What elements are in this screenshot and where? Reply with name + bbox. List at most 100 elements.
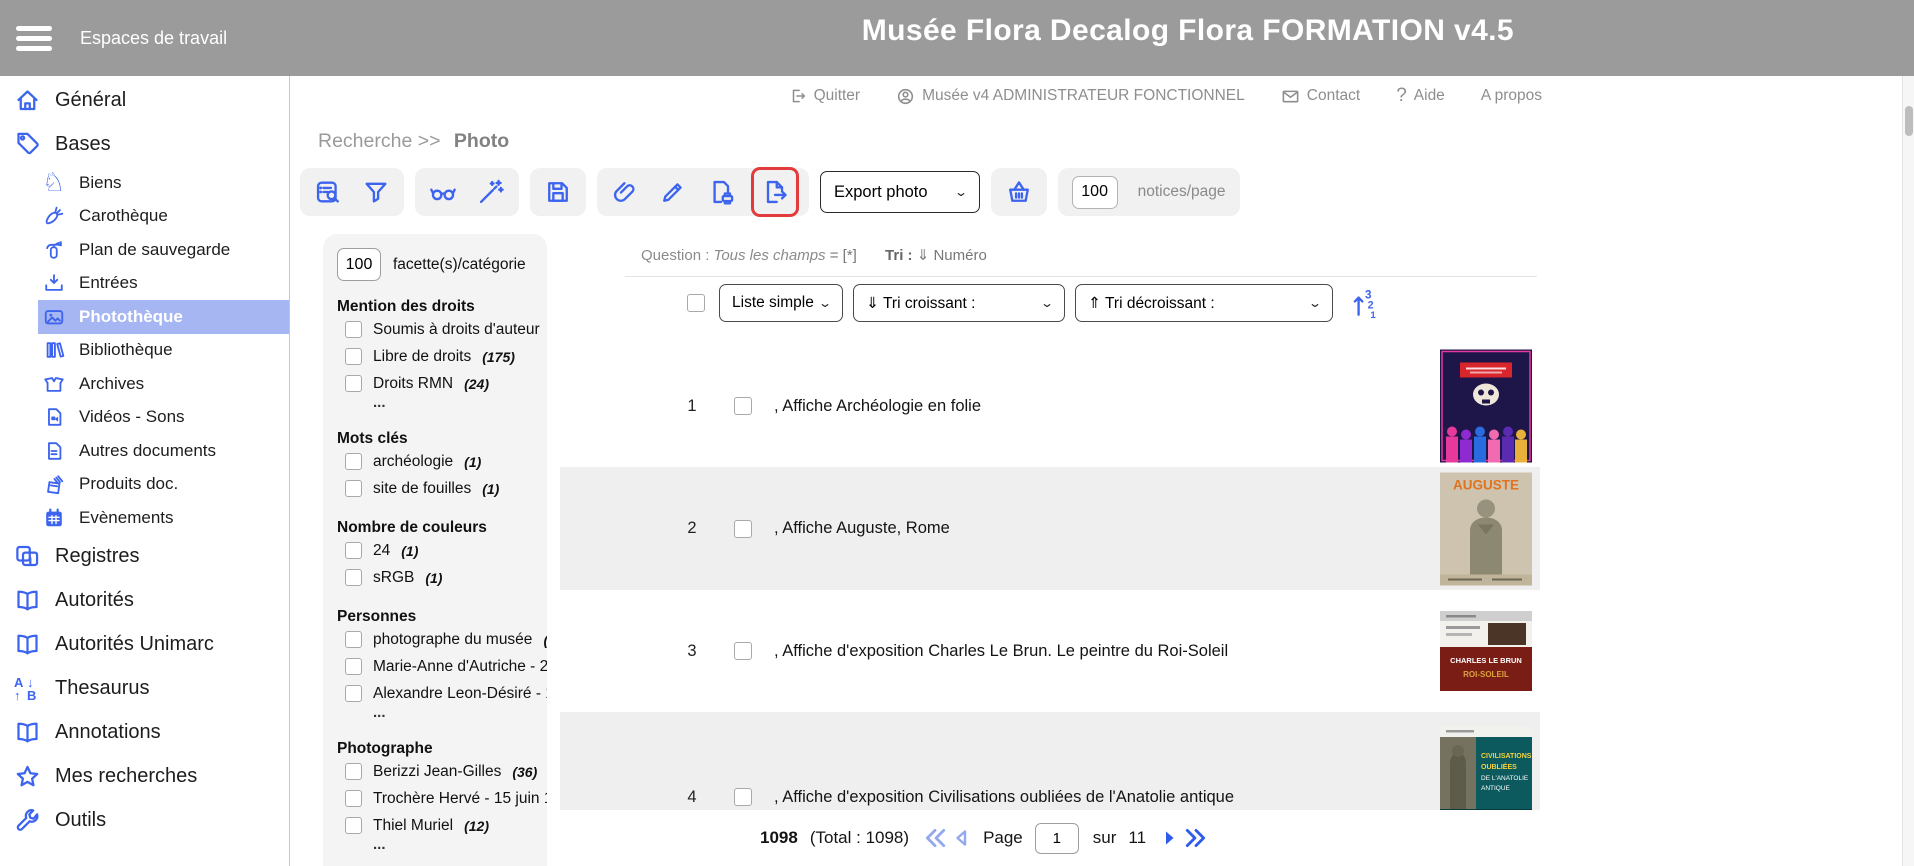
sort-descending-select[interactable]: ⇑ Tri décroissant : ⌄	[1075, 284, 1333, 322]
checkbox[interactable]	[345, 480, 362, 497]
magic-wand-icon[interactable]	[477, 178, 505, 206]
facet-more-link[interactable]: ...	[373, 839, 537, 855]
select-all-checkbox[interactable]	[687, 294, 705, 312]
result-title: , Affiche d'exposition Charles Le Brun. …	[774, 642, 1228, 661]
sidebar-item-label: Autres documents	[79, 441, 216, 461]
page-input[interactable]	[1035, 823, 1079, 854]
export-select[interactable]: Export photo ⌄	[820, 171, 980, 213]
checkbox[interactable]	[345, 631, 362, 648]
facet-option[interactable]: Libre de droits (175)	[345, 343, 537, 370]
star-icon	[12, 762, 42, 792]
facet-option[interactable]: photographe du musée (398)	[345, 626, 537, 653]
row-checkbox[interactable]	[734, 788, 752, 806]
sidebar-item-registres[interactable]: Registres	[0, 535, 289, 579]
facet-more-link[interactable]: ...	[373, 707, 537, 723]
checkbox[interactable]	[345, 453, 362, 470]
result-thumbnail[interactable]	[1440, 350, 1532, 463]
checkbox[interactable]	[345, 763, 362, 780]
sidebar-item-evenements[interactable]: Evènements	[38, 501, 289, 535]
result-thumbnail[interactable]: CHARLES LE BRUN ROI-SOLEIL	[1440, 611, 1532, 691]
previous-page-icon[interactable]	[951, 827, 973, 849]
checkbox[interactable]	[345, 569, 362, 586]
sidebar-item-bases[interactable]: Bases	[0, 122, 289, 166]
export-document-icon[interactable]	[761, 178, 789, 206]
facet-option[interactable]: archéologie (1)	[345, 448, 537, 475]
sidebar-item-mes-recherches[interactable]: Mes recherches	[0, 755, 289, 799]
facet-more-link[interactable]: ...	[373, 397, 537, 413]
checkbox[interactable]	[345, 817, 362, 834]
facet-option[interactable]: Berizzi Jean-Gilles (36)	[345, 758, 537, 785]
row-checkbox[interactable]	[734, 397, 752, 415]
facet-option[interactable]: Marie-Anne d'Autriche - 24 ... (6)	[345, 653, 537, 680]
facet-option-count: (175)	[482, 349, 515, 365]
sidebar-item-autorites-unimarc[interactable]: Autorités Unimarc	[0, 623, 289, 667]
checkbox[interactable]	[345, 790, 362, 807]
facet-option[interactable]: site de fouilles (1)	[345, 475, 537, 502]
facet-option[interactable]: sRGB (1)	[345, 564, 537, 591]
sidebar-item-plan-sauvegarde[interactable]: Plan de sauvegarde	[38, 233, 289, 267]
sort-ascending-select[interactable]: ⇓ Tri croissant : ⌄	[853, 284, 1065, 322]
quit-link[interactable]: Quitter	[789, 87, 861, 105]
results-list: 1 , Affiche Archéologie en folie	[560, 345, 1540, 866]
result-thumbnail[interactable]: AUGUSTE	[1440, 472, 1532, 585]
last-page-icon[interactable]	[1184, 827, 1208, 849]
checkbox[interactable]	[345, 685, 362, 702]
print-document-icon[interactable]	[707, 178, 735, 206]
edit-pencil-icon[interactable]	[659, 178, 687, 206]
sidebar-item-annotations[interactable]: Annotations	[0, 711, 289, 755]
per-page-input[interactable]	[1072, 176, 1118, 209]
checkbox[interactable]	[345, 658, 362, 675]
filter-icon[interactable]	[362, 178, 390, 206]
facet-option[interactable]: Trochère Hervé - 15 juin 1... (23)	[345, 785, 537, 812]
facet-option[interactable]: Alexandre Leon-Désiré - 11 ... (1)	[345, 680, 537, 707]
result-thumbnail[interactable]: CIVILISATIONS OUBLIÉES DE L'ANATOLIE ANT…	[1440, 726, 1532, 822]
facet-option[interactable]: Thiel Muriel (12)	[345, 812, 537, 839]
sidebar-item-thesaurus[interactable]: A↓↑B Thesaurus	[0, 667, 289, 711]
sidebar-item-entrees[interactable]: Entrées	[38, 267, 289, 301]
result-row[interactable]: 3 , Affiche d'exposition Charles Le Brun…	[560, 590, 1540, 712]
help-link[interactable]: ? Aide	[1396, 85, 1445, 107]
vertical-scrollbar[interactable]	[1902, 76, 1914, 866]
facet-option[interactable]: 24 (1)	[345, 537, 537, 564]
user-menu[interactable]: Musée v4 ADMINISTRATEUR FONCTIONNEL	[896, 87, 1245, 106]
result-row[interactable]: 2 , Affiche Auguste, Rome AUGUSTE	[560, 467, 1540, 590]
search-list-icon[interactable]	[314, 178, 342, 206]
sidebar-item-phototheque[interactable]: Photothèque	[38, 300, 289, 334]
sidebar-item-autres-documents[interactable]: Autres documents	[38, 434, 289, 468]
checkbox[interactable]	[345, 348, 362, 365]
basket-icon[interactable]	[1005, 178, 1033, 206]
app-header: Espaces de travail Musée Flora Decalog F…	[0, 0, 1914, 76]
next-page-icon[interactable]	[1158, 827, 1180, 849]
sidebar-item-label: Registres	[55, 545, 139, 568]
facet-option[interactable]: Droits RMN (24)	[345, 370, 537, 397]
scrollbar-thumb[interactable]	[1905, 106, 1913, 136]
facet-count-input[interactable]	[337, 248, 381, 281]
checkbox[interactable]	[345, 542, 362, 559]
first-page-icon[interactable]	[923, 827, 947, 849]
sidebar-item-general[interactable]: Général	[0, 78, 289, 122]
save-icon[interactable]	[544, 178, 572, 206]
facet-option[interactable]: Soumis à droits d'auteur (825)	[345, 316, 537, 343]
sidebar-item-autorites[interactable]: Autorités	[0, 579, 289, 623]
sidebar-item-produits-doc[interactable]: Produits doc.	[38, 468, 289, 502]
list-mode-select[interactable]: Liste simple ⌄	[719, 284, 843, 322]
sidebar-item-bibliotheque[interactable]: Bibliothèque	[38, 334, 289, 368]
row-checkbox[interactable]	[734, 642, 752, 660]
preview-glasses-icon[interactable]	[429, 178, 457, 206]
row-checkbox[interactable]	[734, 520, 752, 538]
attach-icon[interactable]	[611, 178, 639, 206]
checkbox[interactable]	[345, 321, 362, 338]
toolbar-group-search	[300, 168, 404, 216]
result-row[interactable]: 1 , Affiche Archéologie en folie	[560, 345, 1540, 467]
hamburger-menu-icon[interactable]	[16, 26, 52, 51]
about-link[interactable]: A propos	[1481, 87, 1542, 105]
sort-numeric-icon[interactable]: 3 2 1	[1351, 287, 1379, 319]
checkbox[interactable]	[345, 375, 362, 392]
sidebar-item-videos-sons[interactable]: Vidéos - Sons	[38, 401, 289, 435]
page-of-label: sur	[1093, 828, 1117, 848]
sidebar-item-outils[interactable]: Outils	[0, 799, 289, 843]
sidebar-item-biens[interactable]: ♘ Biens	[38, 166, 289, 200]
contact-link[interactable]: Contact	[1281, 87, 1360, 106]
sidebar-item-archives[interactable]: Archives	[38, 367, 289, 401]
sidebar-item-carotheque[interactable]: Carothèque	[38, 200, 289, 234]
